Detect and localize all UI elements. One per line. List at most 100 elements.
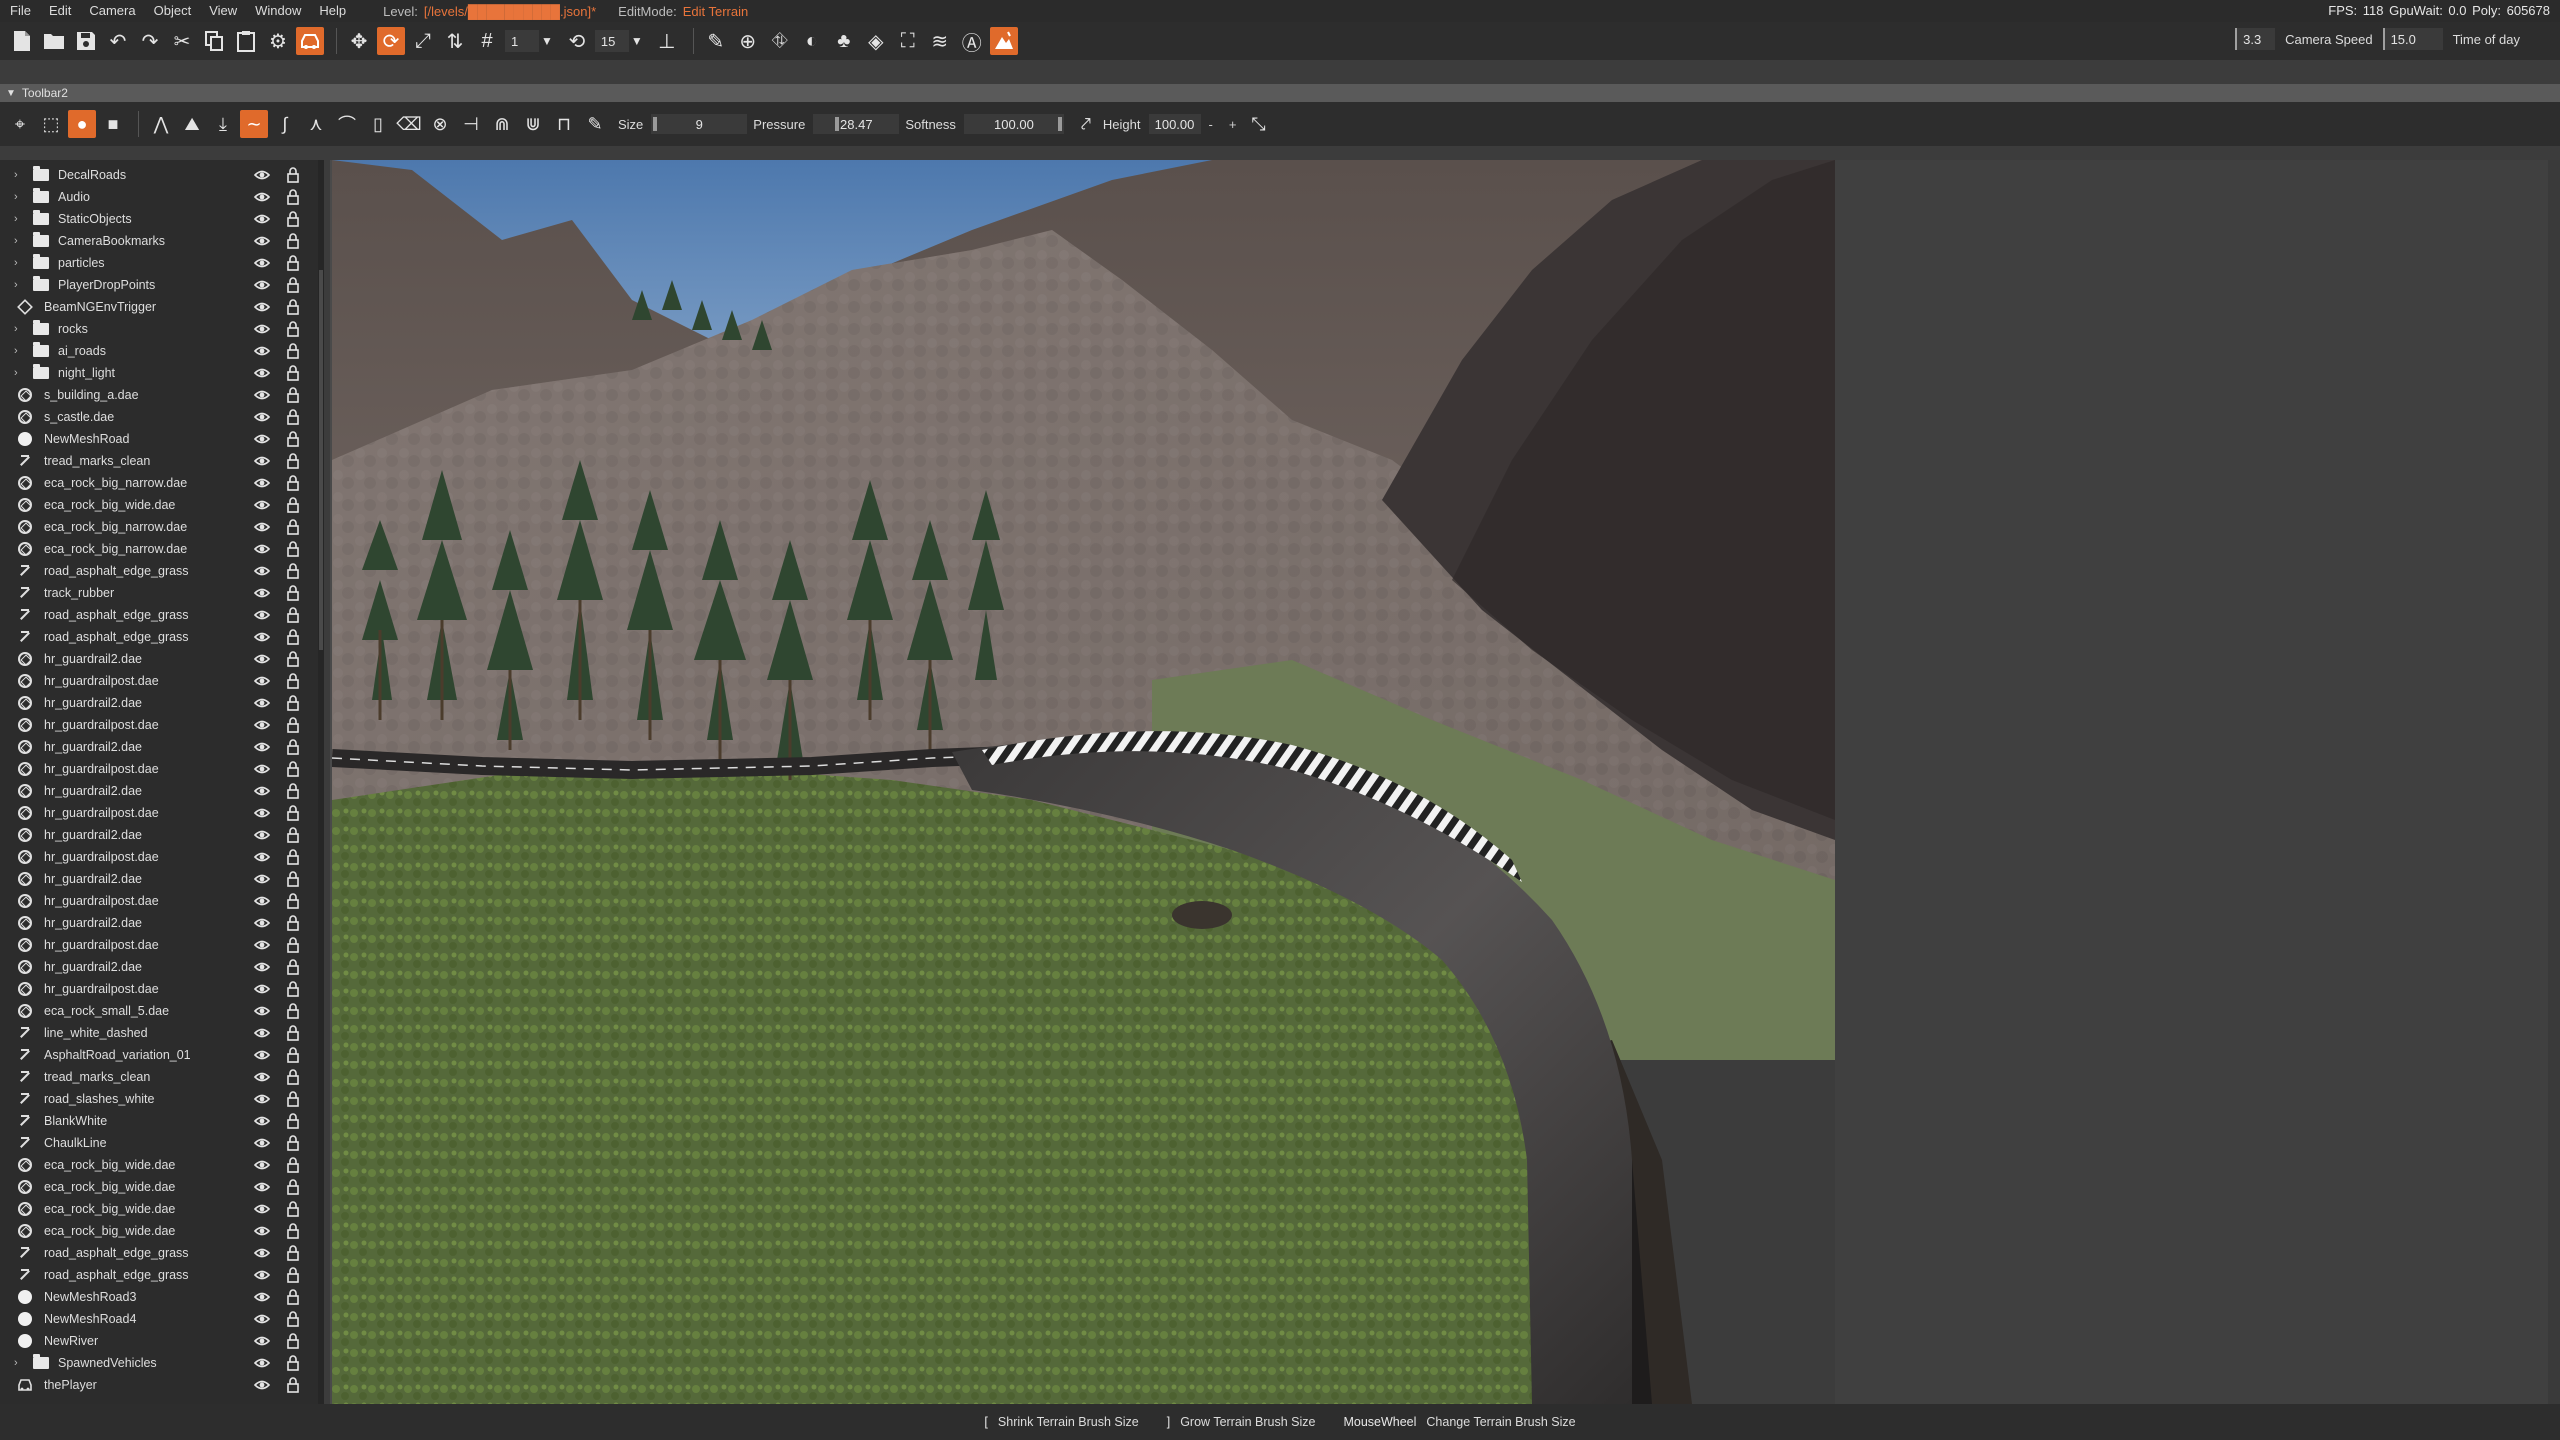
brush-settings-icon[interactable]: ✎ [581, 110, 609, 138]
scene-tree-item[interactable]: hr_guardrail2.dae [0, 780, 318, 802]
visibility-eye-icon[interactable] [253, 718, 271, 732]
visibility-eye-icon[interactable] [253, 1048, 271, 1062]
scene-tree-item[interactable]: NewMeshRoad [0, 428, 318, 450]
grid-snap-icon[interactable]: # [473, 27, 501, 55]
scene-tree-item[interactable]: hr_guardrail2.dae [0, 824, 318, 846]
lock-icon[interactable] [287, 1245, 299, 1261]
visibility-eye-icon[interactable] [253, 982, 271, 996]
lock-icon[interactable] [287, 1113, 299, 1129]
visibility-eye-icon[interactable] [253, 652, 271, 666]
lock-icon[interactable] [287, 1047, 299, 1063]
scene-tree-item[interactable]: tread_marks_clean [0, 450, 318, 472]
camera-speed-field[interactable]: 3.3 [2235, 28, 2276, 50]
visibility-eye-icon[interactable] [253, 322, 271, 336]
visibility-eye-icon[interactable] [253, 278, 271, 292]
visibility-eye-icon[interactable] [253, 410, 271, 424]
lock-icon[interactable] [287, 211, 299, 227]
lock-icon[interactable] [287, 1157, 299, 1173]
scene-tree-item[interactable]: NewMeshRoad4 [0, 1308, 318, 1330]
chevron-right-icon[interactable]: › [14, 191, 28, 203]
scene-tree-item[interactable]: eca_rock_small_5.dae [0, 1000, 318, 1022]
lock-icon[interactable] [287, 761, 299, 777]
visibility-eye-icon[interactable] [253, 1224, 271, 1238]
rotate-gizmo-icon[interactable]: ⟳ [377, 27, 405, 55]
visibility-eye-icon[interactable] [253, 1246, 271, 1260]
lock-icon[interactable] [287, 233, 299, 249]
excavate-icon[interactable]: ⋒ [488, 110, 516, 138]
scene-tree-item[interactable]: › PlayerDropPoints [0, 274, 318, 296]
angle-snap-icon[interactable]: ⟲ [563, 27, 591, 55]
terrain-layers-icon[interactable]: ◈ [862, 27, 890, 55]
lock-icon[interactable] [287, 1201, 299, 1217]
visibility-eye-icon[interactable] [253, 872, 271, 886]
scene-tree-item[interactable]: hr_guardrail2.dae [0, 692, 318, 714]
scene-tree-item[interactable]: › night_light [0, 362, 318, 384]
scene-tree-item[interactable]: road_slashes_white [0, 1088, 318, 1110]
chevron-down-icon[interactable]: ▼ [541, 34, 553, 48]
pencil-icon[interactable]: ✎ [702, 27, 730, 55]
scene-tree-item[interactable]: hr_guardrailpost.dae [0, 802, 318, 824]
scene-tree-item[interactable]: NewMeshRoad3 [0, 1286, 318, 1308]
visibility-eye-icon[interactable] [253, 366, 271, 380]
eraser-icon[interactable]: ⌫ [395, 110, 423, 138]
lock-icon[interactable] [287, 607, 299, 623]
terrain-scene[interactable] [332, 160, 1835, 1404]
ai-navigation-icon[interactable]: Ⓐ [958, 27, 986, 55]
softness-slider[interactable]: 100.00 [963, 114, 1064, 134]
visibility-eye-icon[interactable] [253, 212, 271, 226]
visibility-eye-icon[interactable] [253, 1092, 271, 1106]
smooth-terrain-icon[interactable]: ∼ [240, 110, 268, 138]
visibility-eye-icon[interactable] [253, 1202, 271, 1216]
visibility-eye-icon[interactable] [253, 234, 271, 248]
undo-icon[interactable]: ↶ [104, 27, 132, 55]
lock-icon[interactable] [287, 673, 299, 689]
scene-tree-item[interactable]: road_asphalt_edge_grass [0, 626, 318, 648]
lock-icon[interactable] [287, 1025, 299, 1041]
cut-icon[interactable]: ✂ [168, 27, 196, 55]
visibility-eye-icon[interactable] [253, 696, 271, 710]
select-brush-icon[interactable]: ⌖ [6, 110, 34, 138]
visibility-eye-icon[interactable] [253, 806, 271, 820]
visibility-eye-icon[interactable] [253, 344, 271, 358]
save-icon[interactable] [72, 27, 100, 55]
lock-icon[interactable] [287, 871, 299, 887]
scene-tree-item[interactable]: hr_guardrail2.dae [0, 736, 318, 758]
scene-tree-item[interactable]: › StaticObjects [0, 208, 318, 230]
visibility-eye-icon[interactable] [253, 1356, 271, 1370]
flatten-icon[interactable]: ⌒ [333, 110, 361, 138]
visibility-eye-icon[interactable] [253, 762, 271, 776]
lock-icon[interactable] [287, 563, 299, 579]
chevron-right-icon[interactable]: › [14, 367, 28, 379]
add-object-icon[interactable]: ⊕ [734, 27, 762, 55]
scene-tree-item[interactable]: hr_guardrailpost.dae [0, 978, 318, 1000]
visibility-eye-icon[interactable] [253, 938, 271, 952]
scene-tree-item[interactable]: thePlayer [0, 1374, 318, 1396]
raise-terrain-icon[interactable]: ⛰ [178, 110, 206, 138]
scene-tree-item[interactable]: hr_guardrail2.dae [0, 648, 318, 670]
visibility-eye-icon[interactable] [253, 894, 271, 908]
lock-icon[interactable] [287, 827, 299, 843]
visibility-eye-icon[interactable] [253, 784, 271, 798]
lock-icon[interactable] [287, 1377, 299, 1393]
height-increment[interactable]: + [1229, 117, 1237, 132]
new-file-icon[interactable] [8, 27, 36, 55]
visibility-eye-icon[interactable] [253, 960, 271, 974]
raise-height-icon[interactable]: ⋀ [147, 110, 175, 138]
lock-icon[interactable] [287, 585, 299, 601]
vehicle-icon[interactable] [296, 27, 324, 55]
size-slider[interactable]: 9 [651, 114, 748, 134]
scene-tree-item[interactable]: eca_rock_big_wide.dae [0, 494, 318, 516]
visibility-eye-icon[interactable] [253, 300, 271, 314]
lock-icon[interactable] [287, 893, 299, 909]
slope-icon[interactable]: ∫ [271, 110, 299, 138]
menu-object[interactable]: Object [145, 0, 201, 22]
scene-tree-item[interactable]: line_white_dashed [0, 1022, 318, 1044]
lock-icon[interactable] [287, 981, 299, 997]
select-area-icon[interactable]: ⬚ [37, 110, 65, 138]
scene-tree-item[interactable]: road_asphalt_edge_grass [0, 1264, 318, 1286]
slider-handle[interactable] [835, 117, 840, 131]
scene-tree-item[interactable]: eca_rock_big_wide.dae [0, 1198, 318, 1220]
chevron-right-icon[interactable]: › [14, 345, 28, 357]
set-height-icon[interactable]: ▯ [364, 110, 392, 138]
open-folder-icon[interactable] [40, 27, 68, 55]
